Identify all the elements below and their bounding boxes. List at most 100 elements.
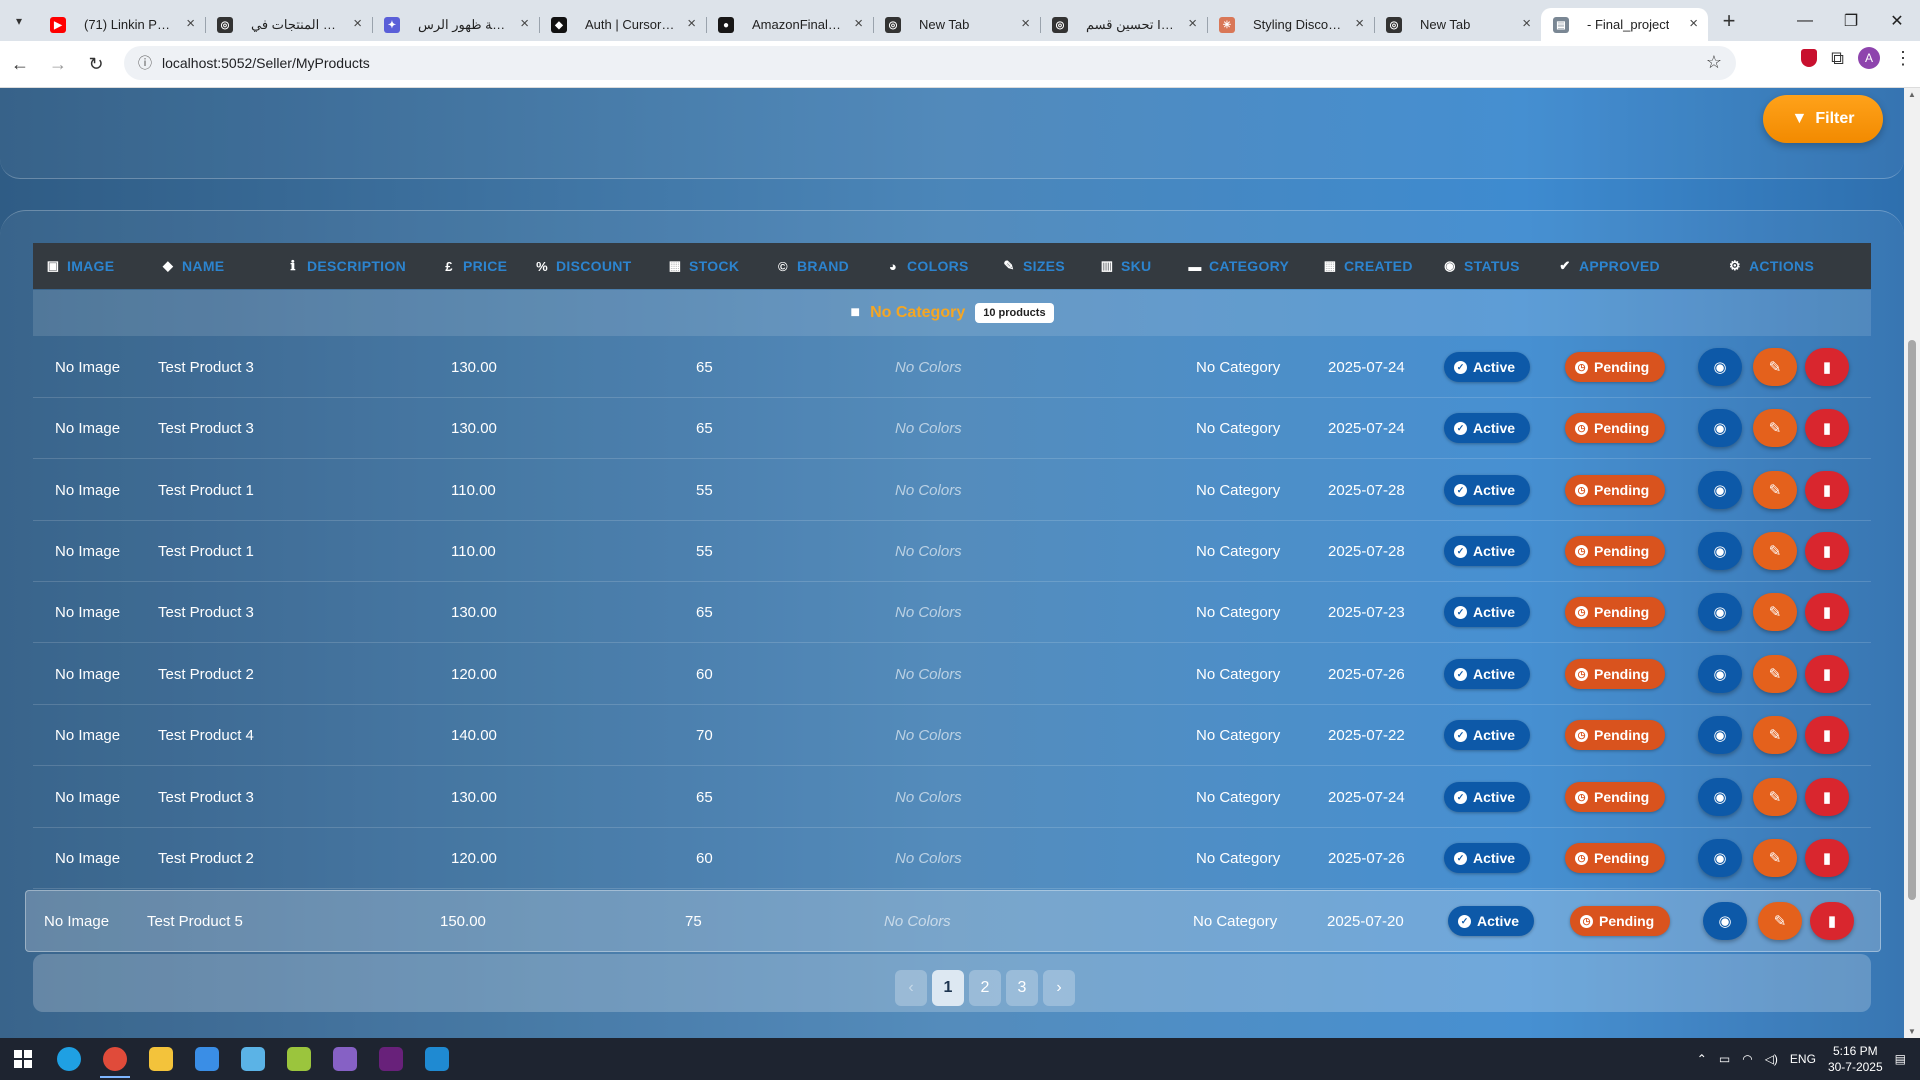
taskbar-windows-start[interactable]: [0, 1038, 46, 1080]
approval-badge[interactable]: ◷ Pending: [1565, 413, 1666, 443]
column-header-discount[interactable]: % DISCOUNT: [534, 243, 632, 289]
scroll-up-icon[interactable]: ▲: [1908, 90, 1916, 99]
next-page-button[interactable]: ›: [1043, 970, 1075, 1006]
tab-search-button[interactable]: ▾: [0, 0, 38, 41]
edit-button[interactable]: ✎: [1758, 902, 1802, 940]
site-info-icon[interactable]: ⓘ: [128, 53, 162, 73]
browser-tab[interactable]: ▶ (71) Linkin Park - I ×: [38, 8, 205, 41]
language-indicator[interactable]: ENG: [1790, 1052, 1816, 1066]
profile-avatar[interactable]: A: [1858, 47, 1880, 69]
page-scrollbar[interactable]: ▲ ▼: [1904, 88, 1920, 1038]
restore-button[interactable]: ❐: [1828, 0, 1874, 41]
column-header-colors[interactable]: ◕ COLORS: [885, 243, 969, 289]
tab-close-icon[interactable]: ×: [1188, 15, 1197, 32]
status-badge[interactable]: ✓ Active: [1448, 906, 1535, 936]
view-button[interactable]: ◉: [1703, 902, 1747, 940]
extensions-puzzle-icon[interactable]: ⧉: [1831, 48, 1844, 69]
table-row[interactable]: No Image Test Product 1 110.00 55 No Colors N…: [33, 460, 1871, 521]
delete-button[interactable]: ▮: [1805, 655, 1849, 693]
address-bar[interactable]: ⓘ localhost:5052/Seller/MyProducts ☆: [124, 46, 1736, 80]
column-header-created[interactable]: ▦ CREATED: [1322, 243, 1413, 289]
bookmark-star-icon[interactable]: ☆: [1706, 52, 1722, 73]
delete-button[interactable]: ▮: [1805, 716, 1849, 754]
view-button[interactable]: ◉: [1698, 593, 1742, 631]
column-header-sku[interactable]: ▥ SKU: [1099, 243, 1151, 289]
filter-button[interactable]: ▼ Filter: [1763, 95, 1883, 143]
column-header-actions[interactable]: ⚙ ACTIONS: [1727, 243, 1814, 289]
status-badge[interactable]: ✓ Active: [1444, 659, 1531, 689]
view-button[interactable]: ◉: [1698, 471, 1742, 509]
back-button[interactable]: ←: [2, 46, 38, 82]
scroll-down-icon[interactable]: ▼: [1908, 1027, 1916, 1036]
tray-chevron-icon[interactable]: ⌃: [1697, 1052, 1707, 1066]
edit-button[interactable]: ✎: [1753, 839, 1797, 877]
prev-page-button[interactable]: ‹: [895, 970, 927, 1006]
table-row[interactable]: No Image Test Product 3 130.00 65 No Colors N…: [33, 398, 1871, 459]
browser-tab[interactable]: ◆ Auth | Cursor - Th ×: [539, 8, 706, 41]
approval-badge[interactable]: ◷ Pending: [1570, 906, 1671, 936]
column-header-price[interactable]: £ PRICE: [441, 243, 507, 289]
wifi-icon[interactable]: ◠: [1742, 1052, 1752, 1066]
tab-close-icon[interactable]: ×: [1355, 15, 1364, 32]
column-header-category[interactable]: ▬ CATEGORY: [1187, 243, 1289, 289]
edit-button[interactable]: ✎: [1753, 409, 1797, 447]
view-button[interactable]: ◉: [1698, 348, 1742, 386]
view-button[interactable]: ◉: [1698, 778, 1742, 816]
volume-icon[interactable]: ◁): [1765, 1052, 1778, 1066]
browser-tab[interactable]: ◎ عرض المنتجات في ×: [205, 8, 372, 41]
edit-button[interactable]: ✎: [1753, 593, 1797, 631]
edit-button[interactable]: ✎: [1753, 655, 1797, 693]
approval-badge[interactable]: ◷ Pending: [1565, 659, 1666, 689]
column-header-approved[interactable]: ✔ APPROVED: [1557, 243, 1660, 289]
edit-button[interactable]: ✎: [1753, 348, 1797, 386]
browser-tab[interactable]: ● AmazonFinalProje ×: [706, 8, 873, 41]
delete-button[interactable]: ▮: [1810, 902, 1854, 940]
tab-close-icon[interactable]: ×: [854, 15, 863, 32]
new-tab-button[interactable]: +: [1712, 0, 1746, 41]
taskbar-app-6[interactable]: [230, 1038, 276, 1080]
approval-badge[interactable]: ◷ Pending: [1565, 536, 1666, 566]
view-button[interactable]: ◉: [1698, 532, 1742, 570]
delete-button[interactable]: ▮: [1805, 348, 1849, 386]
delete-button[interactable]: ▮: [1805, 778, 1849, 816]
battery-icon[interactable]: ▭: [1719, 1052, 1730, 1066]
tab-close-icon[interactable]: ×: [1689, 15, 1698, 32]
status-badge[interactable]: ✓ Active: [1444, 597, 1531, 627]
status-badge[interactable]: ✓ Active: [1444, 413, 1531, 443]
status-badge[interactable]: ✓ Active: [1444, 782, 1531, 812]
column-header-brand[interactable]: © BRAND: [775, 243, 849, 289]
table-row[interactable]: No Image Test Product 3 130.00 65 No Colors N…: [33, 767, 1871, 828]
table-row[interactable]: No Image Test Product 2 120.00 60 No Colors N…: [33, 828, 1871, 889]
taskbar-store[interactable]: [184, 1038, 230, 1080]
edit-button[interactable]: ✎: [1753, 532, 1797, 570]
table-row[interactable]: No Image Test Product 3 130.00 65 No Colors N…: [33, 337, 1871, 398]
status-badge[interactable]: ✓ Active: [1444, 475, 1531, 505]
delete-button[interactable]: ▮: [1805, 409, 1849, 447]
edit-button[interactable]: ✎: [1753, 471, 1797, 509]
close-window-button[interactable]: ✕: [1874, 0, 1920, 41]
tab-close-icon[interactable]: ×: [353, 15, 362, 32]
page-1-button[interactable]: 1: [932, 970, 964, 1006]
delete-button[interactable]: ▮: [1805, 593, 1849, 631]
tab-close-icon[interactable]: ×: [1021, 15, 1030, 32]
page-2-button[interactable]: 2: [969, 970, 1001, 1006]
taskbar-file-explorer[interactable]: [138, 1038, 184, 1080]
taskbar-visual-studio[interactable]: [322, 1038, 368, 1080]
edit-button[interactable]: ✎: [1753, 716, 1797, 754]
notifications-icon[interactable]: ▤: [1895, 1052, 1906, 1066]
tab-close-icon[interactable]: ×: [520, 15, 529, 32]
delete-button[interactable]: ▮: [1805, 839, 1849, 877]
approval-badge[interactable]: ◷ Pending: [1565, 843, 1666, 873]
browser-tab[interactable]: ◎ New Tab ×: [1374, 8, 1541, 41]
clock[interactable]: 5:16 PM 30-7-2025: [1828, 1043, 1883, 1075]
approval-badge[interactable]: ◷ Pending: [1565, 782, 1666, 812]
status-badge[interactable]: ✓ Active: [1444, 843, 1531, 873]
approval-badge[interactable]: ◷ Pending: [1565, 475, 1666, 505]
column-header-image[interactable]: ▣ IMAGE: [45, 243, 114, 289]
browser-tab[interactable]: ◎ New Tab ×: [873, 8, 1040, 41]
column-header-status[interactable]: ◉ STATUS: [1442, 243, 1520, 289]
browser-tab[interactable]: ◎ تحسين قسم Info ×: [1040, 8, 1207, 41]
table-row[interactable]: No Image Test Product 1 110.00 55 No Colors N…: [33, 521, 1871, 582]
taskbar-app-9[interactable]: [368, 1038, 414, 1080]
table-row[interactable]: No Image Test Product 5 150.00 75 No Colors N…: [25, 890, 1881, 952]
